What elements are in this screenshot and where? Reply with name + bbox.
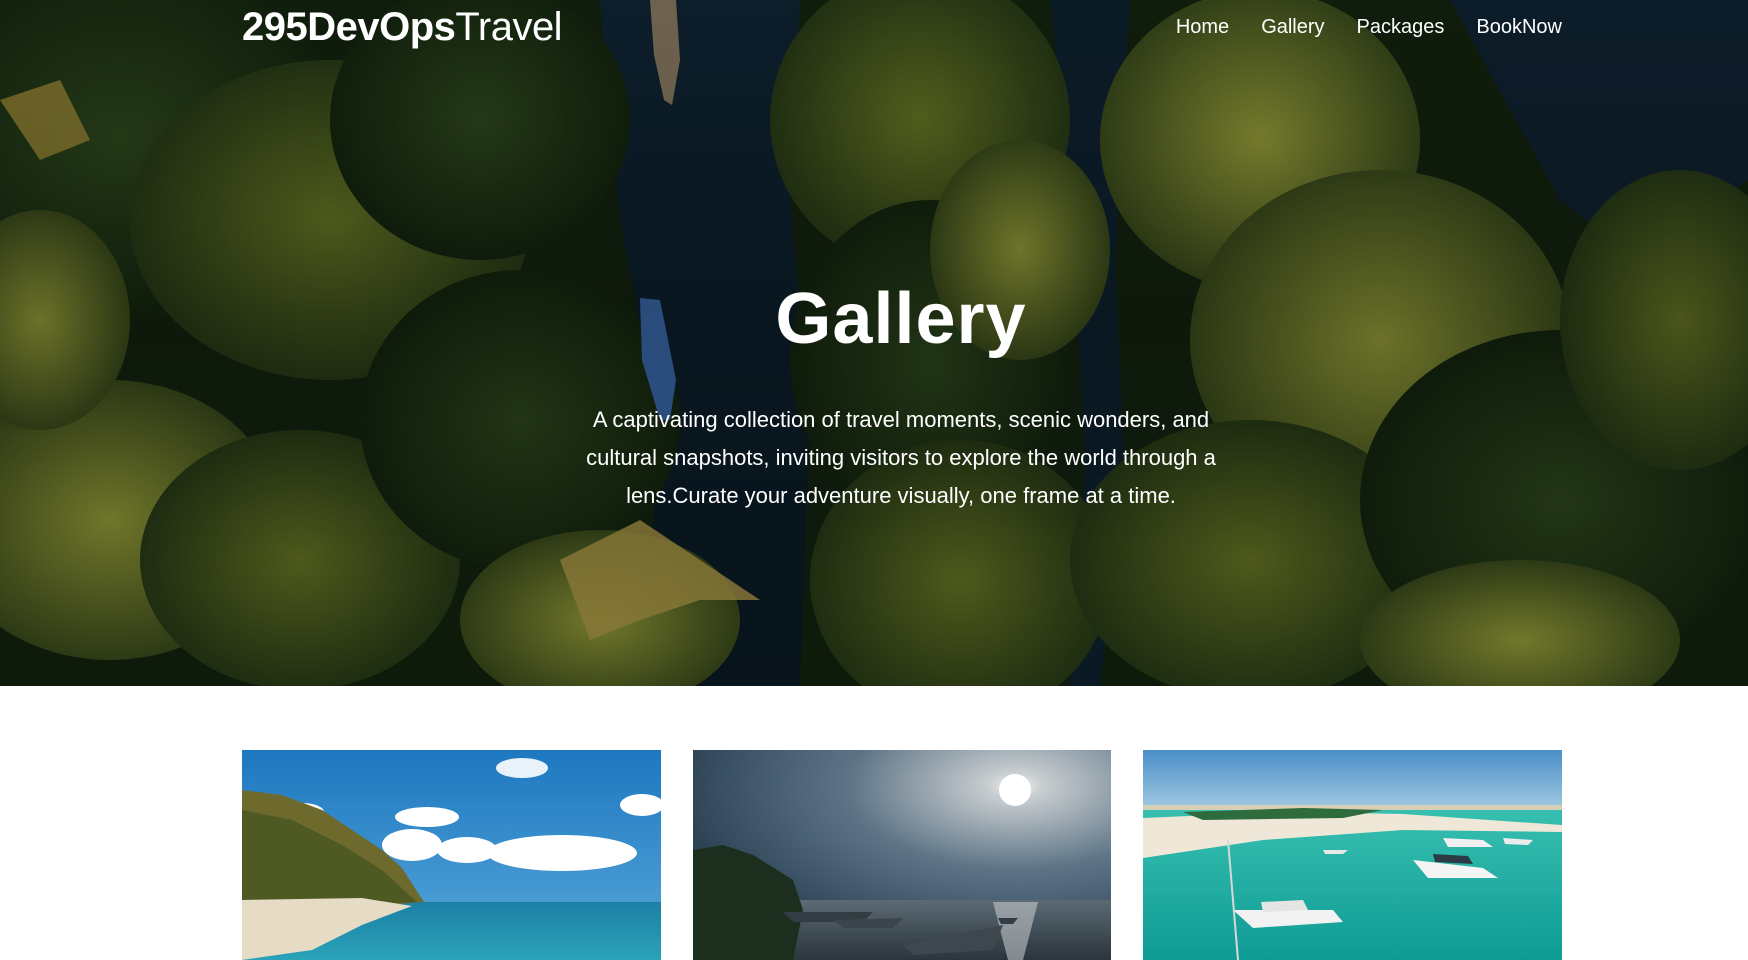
top-navigation: 295DevOpsTravel Home Gallery Packages Bo…	[0, 0, 1748, 56]
sunset-boats-photo	[692, 750, 1112, 960]
nav-link-packages[interactable]: Packages	[1357, 14, 1445, 40]
brand-name-bold: 295DevOps	[242, 5, 456, 49]
gallery-card-sunset-boats[interactable]	[692, 750, 1112, 960]
gallery-grid	[242, 750, 1563, 960]
hero-description: A captivating collection of travel momen…	[586, 407, 1216, 508]
nav-link-home[interactable]: Home	[1176, 14, 1229, 40]
brand-logo[interactable]: 295DevOpsTravel	[242, 4, 563, 50]
nav-link-booknow[interactable]: BookNow	[1476, 14, 1562, 40]
brand-name-light: Travel	[455, 5, 563, 49]
beach-hill-photo	[242, 750, 661, 960]
nav-link-gallery[interactable]: Gallery	[1261, 14, 1324, 40]
hero-banner: 295DevOpsTravel Home Gallery Packages Bo…	[0, 0, 1748, 686]
yacht-lagoon-photo	[1143, 750, 1563, 960]
page-title: Gallery	[775, 279, 1027, 359]
gallery-card-yacht-lagoon[interactable]	[1143, 750, 1563, 960]
gallery-card-beach-hill[interactable]	[242, 750, 661, 960]
nav-menu: Home Gallery Packages BookNow	[1176, 14, 1562, 40]
